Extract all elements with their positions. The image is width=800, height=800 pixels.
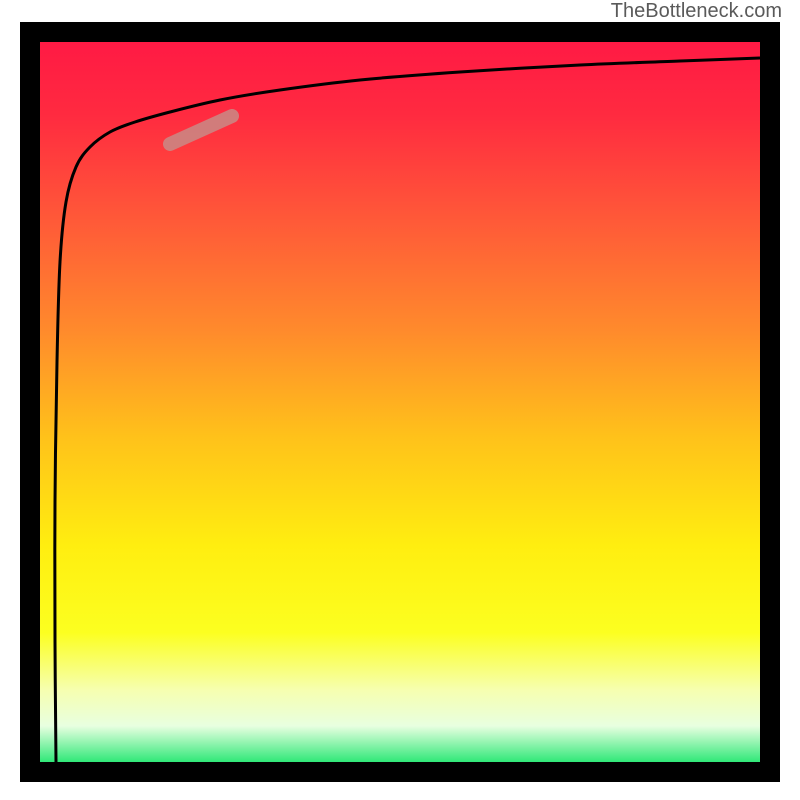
highlight-pill [170,116,232,144]
plot-border-right [760,22,780,782]
curve-layer [40,42,760,762]
attribution-text: TheBottleneck.com [611,0,782,23]
plot-border-left [20,22,40,782]
chart-canvas: TheBottleneck.com [0,0,800,800]
plot-border-bottom [20,762,780,782]
plot-frame [20,22,780,782]
bottleneck-curve [55,58,760,762]
plot-border-top [20,22,780,42]
